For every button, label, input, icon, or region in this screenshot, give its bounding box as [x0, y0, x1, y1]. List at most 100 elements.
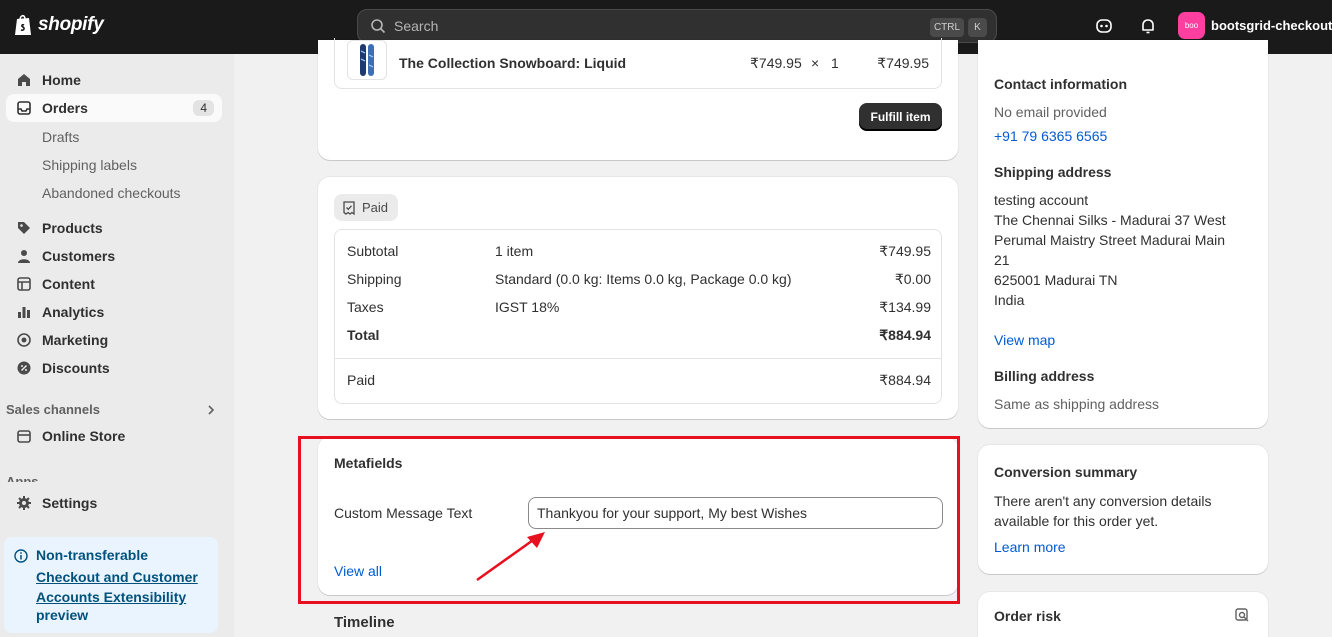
- paid-status-label: Paid: [362, 200, 389, 215]
- custom-message-value: Thankyou for your support, My best Wishe…: [537, 505, 807, 521]
- quantity: 1: [831, 55, 839, 71]
- times-sign: ×: [811, 55, 820, 71]
- store-avatar: boo: [1178, 12, 1205, 39]
- billing-address-value: Same as shipping address: [994, 396, 1159, 412]
- banner-title: Non-transferable: [36, 547, 149, 563]
- unfulfilled-card: The Collection Snowboard: Liquid ₹749.95…: [318, 38, 958, 160]
- summary-row-taxes: Taxes IGST 18% ₹134.99: [347, 299, 931, 319]
- billing-address-title: Billing address: [994, 368, 1095, 384]
- shopify-bag-icon: [15, 14, 31, 35]
- extensibility-preview-banner: Non-transferable Checkout and Customer A…: [4, 537, 218, 633]
- bar-chart-icon: [18, 307, 30, 318]
- summary-divider: [335, 358, 941, 359]
- sidebar-item-label: Orders: [42, 100, 88, 116]
- receipt-icon: [343, 200, 355, 215]
- sidebar-item-orders[interactable]: Orders 4: [6, 94, 222, 122]
- sidebar-item-settings[interactable]: Settings: [6, 489, 222, 517]
- sidebar-item-label: Discounts: [42, 360, 110, 376]
- row-amount: ₹749.95: [879, 243, 931, 259]
- row-amount: ₹884.94: [879, 327, 931, 343]
- sidebar-item-label: Home: [42, 72, 81, 88]
- address-line: 21: [994, 252, 1010, 268]
- row-amount: ₹134.99: [879, 299, 931, 315]
- no-email-text: No email provided: [994, 104, 1107, 120]
- chevron-right-icon[interactable]: [206, 405, 216, 415]
- sidebar-item-abandoned-checkouts[interactable]: Abandoned checkouts: [42, 185, 181, 201]
- row-label: Paid: [347, 372, 376, 388]
- orders-count-badge: 4: [193, 100, 214, 116]
- banner-link[interactable]: Checkout and Customer Accounts Extensibi…: [36, 567, 216, 607]
- annotation-arrow-icon: [476, 532, 545, 582]
- target-icon: [17, 333, 31, 347]
- address-line: The Chennai Silks - Madurai 37 West: [994, 212, 1226, 228]
- metafields-title: Metafields: [334, 455, 403, 471]
- unit-price: ₹749.95: [750, 55, 802, 71]
- row-label: Shipping: [347, 271, 402, 287]
- view-map-link[interactable]: View map: [994, 332, 1055, 348]
- sidebar-item-discounts[interactable]: Discounts: [6, 354, 222, 382]
- sidebar-item-content[interactable]: Content: [6, 270, 222, 298]
- tag-icon: [18, 222, 30, 234]
- customer-card: Contact information No email provided +9…: [978, 40, 1268, 428]
- sidebar-item-online-store[interactable]: Online Store: [6, 422, 222, 450]
- sidebar-item-products[interactable]: Products: [6, 214, 222, 242]
- search-icon: [371, 19, 386, 34]
- sidebar-item-drafts[interactable]: Drafts: [42, 129, 79, 145]
- info-icon: [14, 549, 28, 563]
- payment-card: Paid Subtotal 1 item ₹749.95 Shipping St…: [318, 177, 958, 419]
- fulfill-item-button[interactable]: Fulfill item: [859, 103, 942, 131]
- view-all-link[interactable]: View all: [334, 563, 382, 579]
- apps-heading[interactable]: Apps: [6, 474, 39, 482]
- risk-analysis-icon[interactable]: [1234, 607, 1250, 623]
- search-placeholder: Search: [394, 18, 439, 34]
- shortcut-k-key: K: [968, 18, 987, 37]
- shipping-address-title: Shipping address: [994, 164, 1112, 180]
- gear-icon: [17, 496, 31, 510]
- address-line: India: [994, 292, 1025, 308]
- summary-row-total: Total ₹884.94: [347, 327, 931, 347]
- discount-icon: [17, 361, 31, 375]
- content-icon: [17, 277, 31, 291]
- shortcut-ctrl-key: CTRL: [930, 18, 964, 37]
- product-name-link[interactable]: The Collection Snowboard: Liquid: [399, 55, 626, 71]
- order-risk-title: Order risk: [994, 608, 1061, 624]
- address-line: 625001 Madurai TN: [994, 272, 1118, 288]
- metafields-card: Metafields Custom Message Text Thankyou …: [318, 437, 958, 595]
- sidebar-item-marketing[interactable]: Marketing: [6, 326, 222, 354]
- sidebar-item-analytics[interactable]: Analytics: [6, 298, 222, 326]
- product-thumbnail[interactable]: [347, 40, 387, 80]
- sales-channels-heading[interactable]: Sales channels: [6, 402, 100, 417]
- shopify-wordmark: shopify: [38, 14, 104, 35]
- notifications-bell-icon[interactable]: [1139, 17, 1157, 35]
- address-line: Perumal Maistry Street Madurai Main: [994, 232, 1226, 248]
- store-menu[interactable]: boo bootsgrid-checkoutp: [1178, 12, 1332, 39]
- home-icon: [18, 74, 30, 86]
- sidekick-icon[interactable]: [1095, 17, 1113, 35]
- address-line: testing account: [994, 192, 1089, 208]
- storefront-icon: [17, 430, 31, 443]
- row-amount: ₹884.94: [879, 372, 931, 388]
- conversion-summary-title: Conversion summary: [994, 464, 1138, 480]
- row-label: Taxes: [347, 299, 384, 315]
- row-label: Total: [347, 327, 380, 343]
- paid-status-badge: Paid: [334, 194, 399, 221]
- row-detail: 1 item: [495, 243, 534, 259]
- summary-row-shipping: Shipping Standard (0.0 kg: Items 0.0 kg,…: [347, 271, 931, 291]
- line-total: ₹749.95: [877, 55, 929, 71]
- conversion-summary-card: Conversion summary There aren't any conv…: [978, 445, 1268, 574]
- phone-link[interactable]: +91 79 6365 6565: [994, 128, 1107, 144]
- payment-summary: Subtotal 1 item ₹749.95 Shipping Standar…: [334, 229, 942, 404]
- learn-more-link[interactable]: Learn more: [994, 539, 1066, 555]
- person-icon: [18, 250, 30, 263]
- sidebar-item-label: Marketing: [42, 332, 109, 348]
- sidebar-item-label: Products: [42, 220, 103, 236]
- sidebar-item-shipping-labels[interactable]: Shipping labels: [42, 157, 137, 173]
- custom-message-field[interactable]: Thankyou for your support, My best Wishe…: [528, 497, 943, 529]
- sidebar-item-label: Analytics: [42, 304, 105, 320]
- shopify-logo[interactable]: shopify: [14, 13, 104, 37]
- sidebar-item-home[interactable]: Home: [6, 66, 222, 94]
- row-detail: Standard (0.0 kg: Items 0.0 kg, Package …: [495, 271, 792, 287]
- sidebar-item-customers[interactable]: Customers: [6, 242, 222, 270]
- banner-suffix: preview: [36, 607, 89, 623]
- custom-message-label: Custom Message Text: [334, 505, 473, 521]
